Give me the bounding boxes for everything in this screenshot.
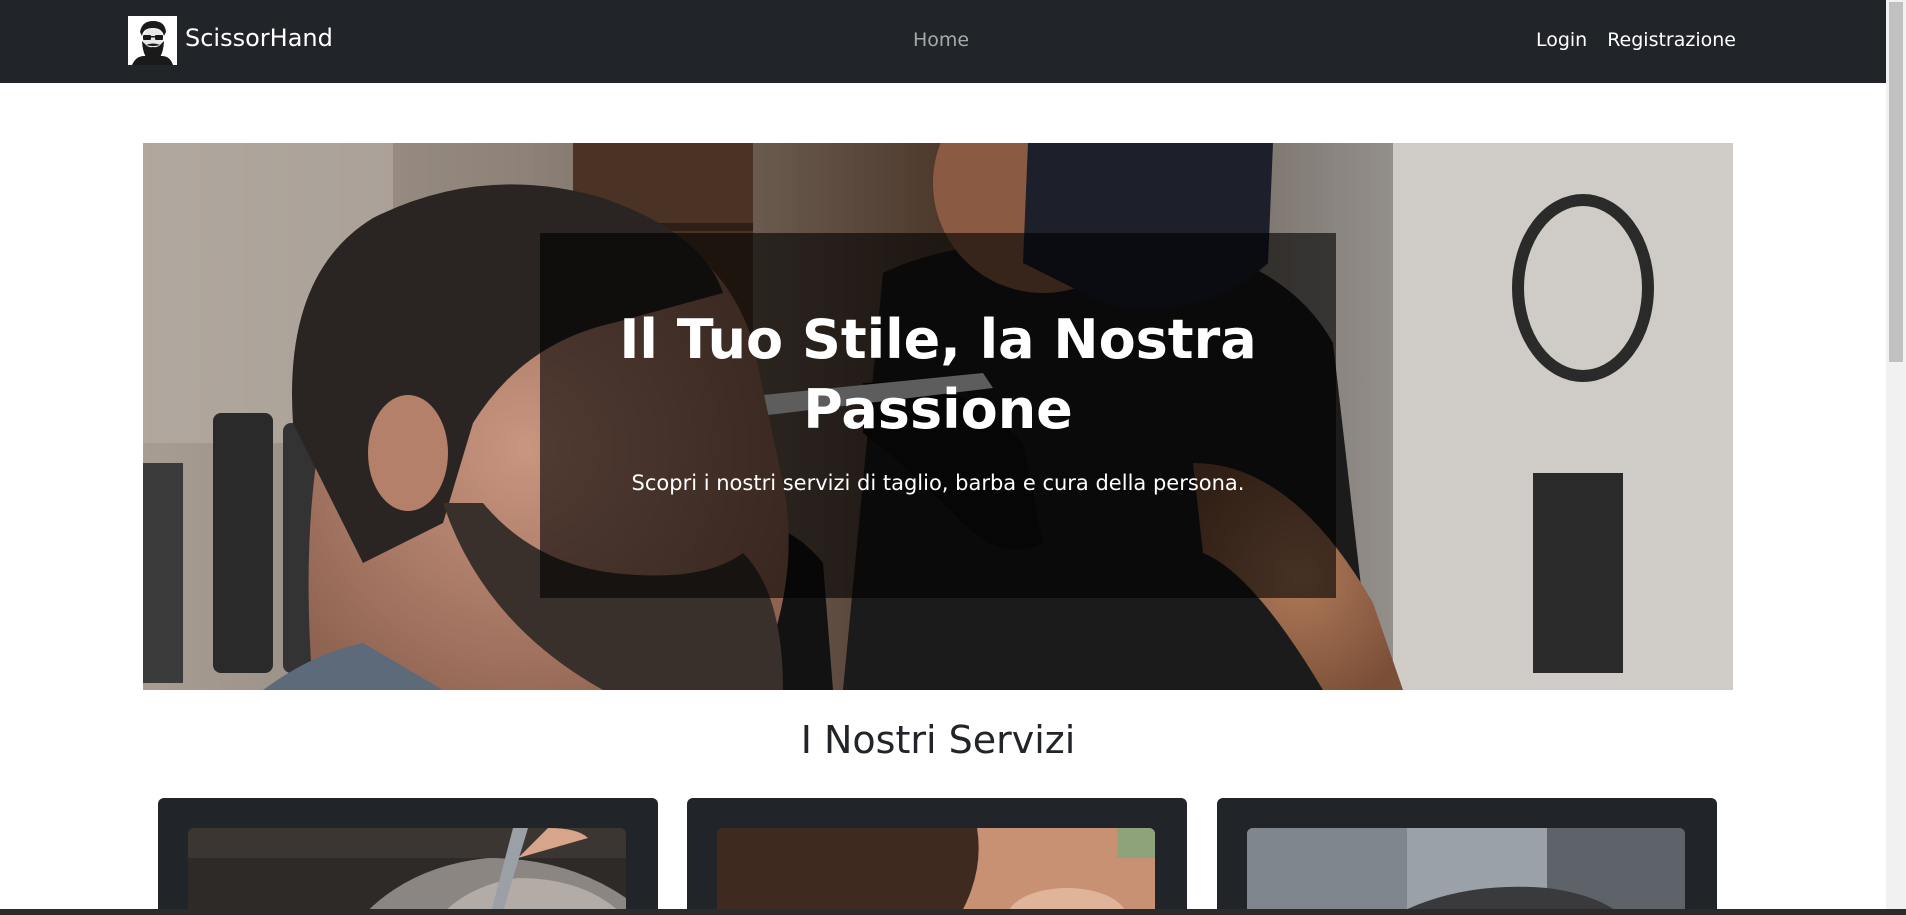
barber-shop-photo xyxy=(1247,828,1685,915)
haircut-scissors-photo xyxy=(188,828,626,915)
page: ScissorHand Home Login Registrazione Il … xyxy=(0,0,1886,915)
services-heading: I Nostri Servizi xyxy=(800,718,1076,762)
hero-subtitle: Scopri i nostri servizi di taglio, barba… xyxy=(631,471,1245,495)
hero-banner: Il Tuo Stile, la Nostra Passione Scopri … xyxy=(143,143,1733,690)
brand-name: ScissorHand xyxy=(185,23,333,52)
page-scrollbar[interactable] xyxy=(1886,0,1906,915)
window-bottom-edge xyxy=(0,909,1906,915)
login-link[interactable]: Login xyxy=(1536,29,1587,51)
service-card-2[interactable] xyxy=(687,798,1187,915)
scrollbar-thumb[interactable] xyxy=(1889,2,1903,362)
service-card-3[interactable] xyxy=(1217,798,1717,915)
beard-trim-photo xyxy=(717,828,1155,915)
service-card-1[interactable] xyxy=(158,798,658,915)
hero-caption: Il Tuo Stile, la Nostra Passione Scopri … xyxy=(540,233,1336,598)
hero-title: Il Tuo Stile, la Nostra Passione xyxy=(619,308,1257,441)
auth-links: Login Registrazione xyxy=(1536,29,1736,51)
bearded-man-logo-icon xyxy=(128,16,177,65)
navbar: ScissorHand Home Login Registrazione xyxy=(0,0,1886,83)
nav-home-link[interactable]: Home xyxy=(913,29,969,51)
register-link[interactable]: Registrazione xyxy=(1607,29,1736,51)
brand-link[interactable]: ScissorHand xyxy=(128,16,333,65)
